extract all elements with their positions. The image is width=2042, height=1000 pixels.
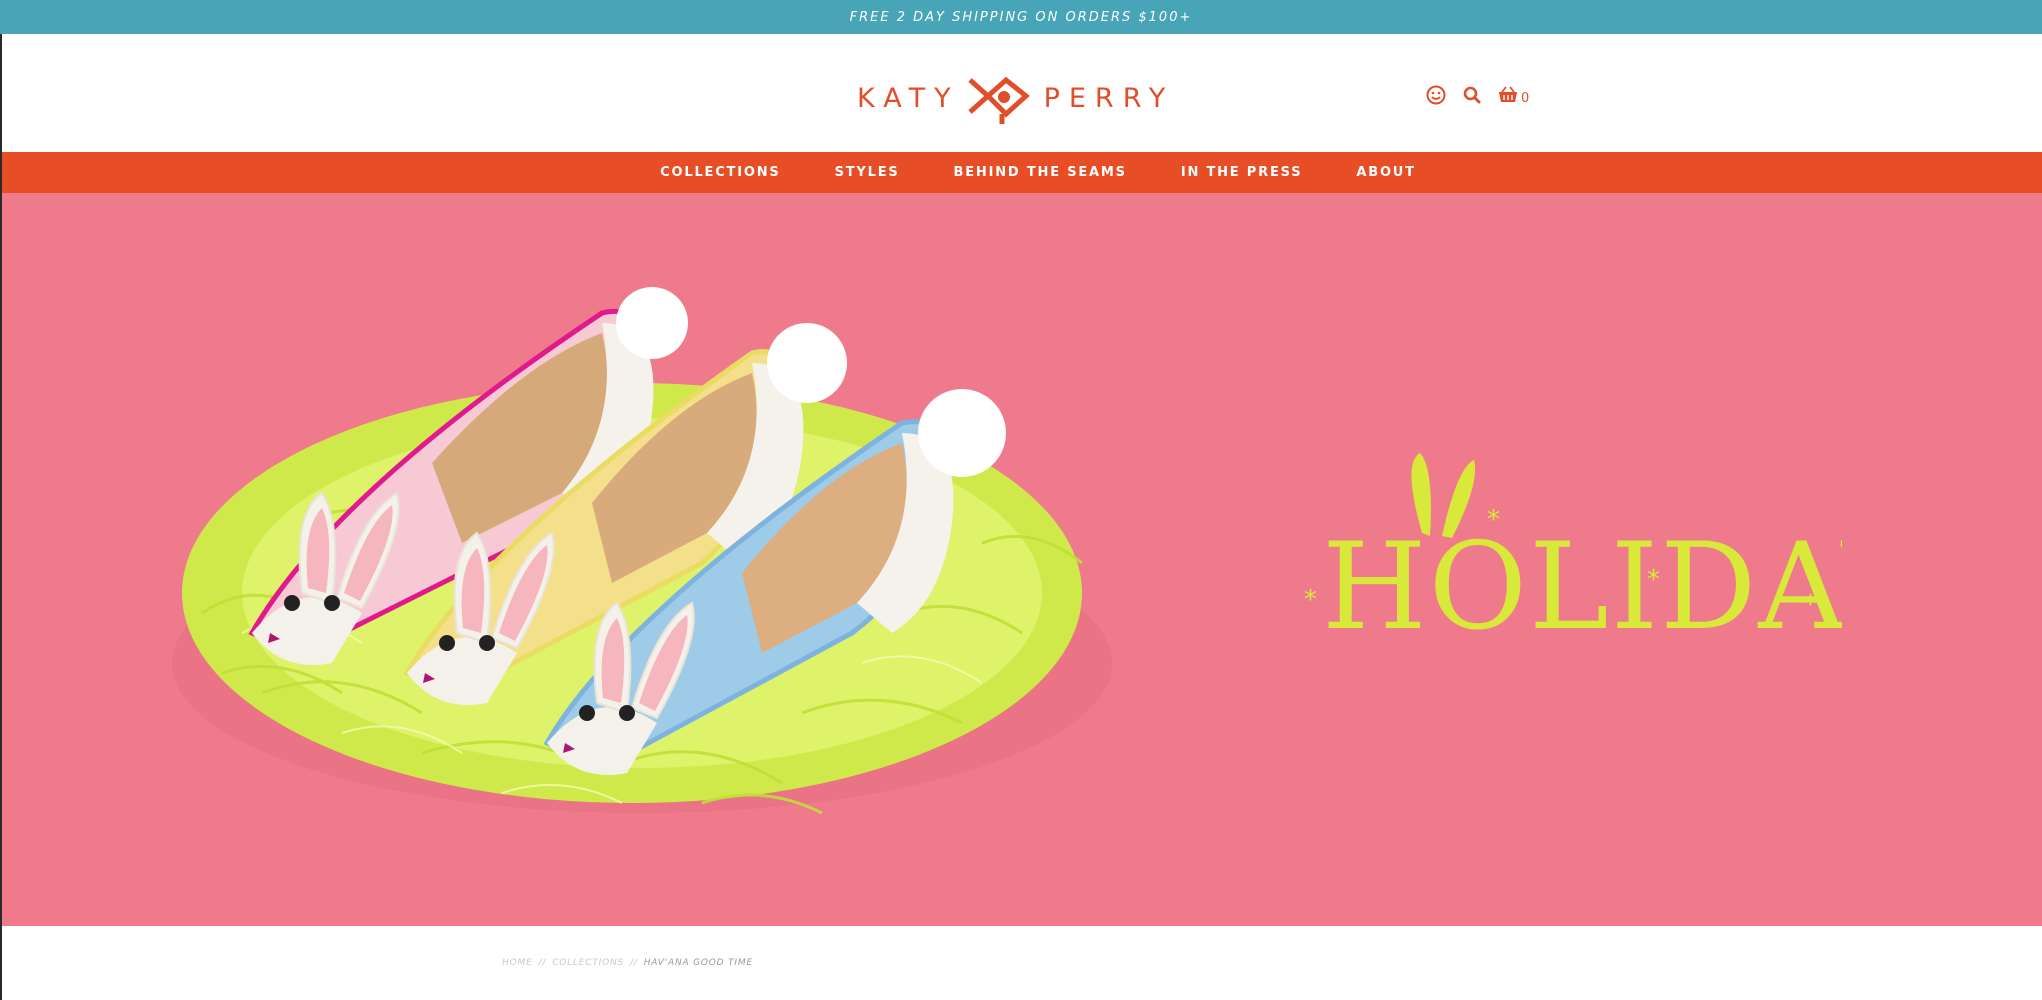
- breadcrumb-current: HAV'ANA GOOD TIME: [643, 958, 753, 968]
- hero-banner[interactable]: HOLIDAY * * * *: [0, 193, 2042, 926]
- logo-word-right: PERRY: [1043, 82, 1175, 114]
- brand-logo[interactable]: KATY PERRY: [857, 70, 1174, 126]
- cart-count: 0: [1521, 91, 1530, 106]
- holiday-text: HOLIDAY: [1322, 518, 1842, 648]
- main-nav: COLLECTIONS STYLES BEHIND THE SEAMS IN T…: [0, 152, 2042, 193]
- nav-styles[interactable]: STYLES: [835, 165, 900, 180]
- breadcrumb-separator: //: [538, 958, 547, 968]
- breadcrumb: HOME // COLLECTIONS // HAV'ANA GOOD TIME: [502, 958, 753, 968]
- nav-in-the-press[interactable]: IN THE PRESS: [1181, 165, 1303, 180]
- svg-text:*: *: [1487, 505, 1500, 535]
- site-header: KATY PERRY 0: [0, 34, 2042, 152]
- breadcrumb-home[interactable]: HOME: [502, 958, 533, 968]
- nav-collections[interactable]: COLLECTIONS: [660, 165, 780, 180]
- basket-cart-icon: [1497, 84, 1519, 106]
- promo-bar: FREE 2 DAY SHIPPING ON ORDERS $100+: [0, 0, 2042, 34]
- eye-logo-icon: [967, 76, 1030, 124]
- svg-text:*: *: [1304, 585, 1317, 615]
- svg-text:*: *: [1647, 565, 1660, 595]
- breadcrumb-separator: //: [630, 958, 638, 968]
- smiley-account-icon[interactable]: [1425, 84, 1447, 106]
- holiday-headline: HOLIDAY * * * *: [1304, 453, 1842, 648]
- search-icon[interactable]: [1461, 84, 1483, 106]
- cart-button[interactable]: 0: [1497, 84, 1529, 106]
- header-icons: 0: [1425, 84, 1529, 106]
- promo-text: FREE 2 DAY SHIPPING ON ORDERS $100+: [849, 9, 1193, 25]
- nav-about[interactable]: ABOUT: [1356, 165, 1415, 180]
- svg-text:*: *: [1804, 590, 1817, 620]
- logo-word-left: KATY: [857, 82, 960, 114]
- nav-behind-the-seams[interactable]: BEHIND THE SEAMS: [954, 165, 1127, 180]
- left-edge-rule: [0, 926, 2, 1000]
- breadcrumb-collections[interactable]: COLLECTIONS: [552, 958, 624, 968]
